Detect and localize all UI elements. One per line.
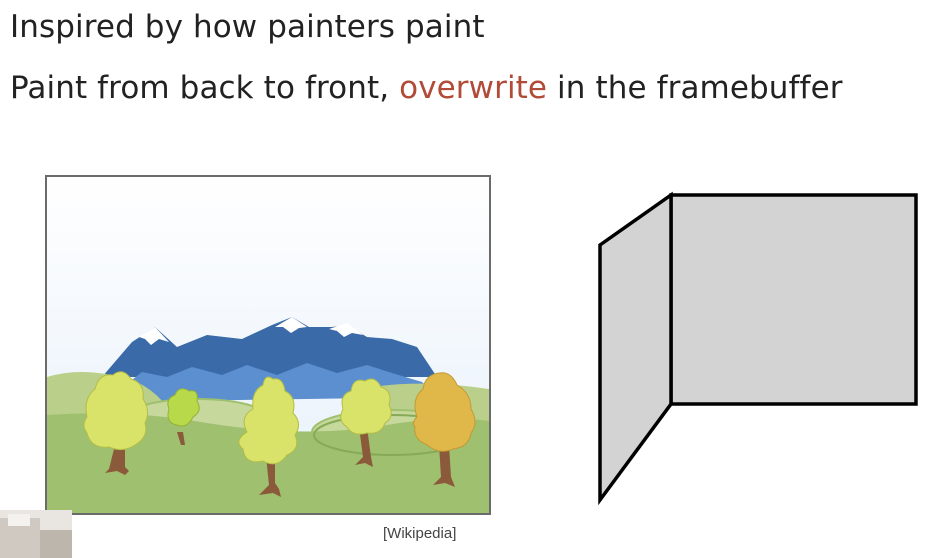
subheading-text-after: in the framebuffer (547, 70, 843, 106)
overwrite-highlight: overwrite (399, 70, 548, 106)
presenter-video-thumbnail (0, 510, 72, 558)
thumbnail-shape-3 (8, 514, 30, 526)
side-wall-panel (598, 191, 673, 506)
folded-wall-diagram (598, 191, 918, 506)
landscape-painting-image (45, 175, 491, 515)
subheading-text-before: Paint from back to front, (10, 70, 400, 106)
image-credit-caption: [Wikipedia] (383, 525, 457, 542)
back-wall-panel (669, 193, 918, 406)
slide-heading: Inspired by how painters paint (10, 9, 485, 45)
thumbnail-shape-2 (40, 530, 72, 558)
slide-subheading: Paint from back to front, overwrite in t… (10, 73, 843, 104)
landscape-painting-svg (47, 177, 489, 513)
presenter-thumbnail-graphic (0, 510, 72, 558)
